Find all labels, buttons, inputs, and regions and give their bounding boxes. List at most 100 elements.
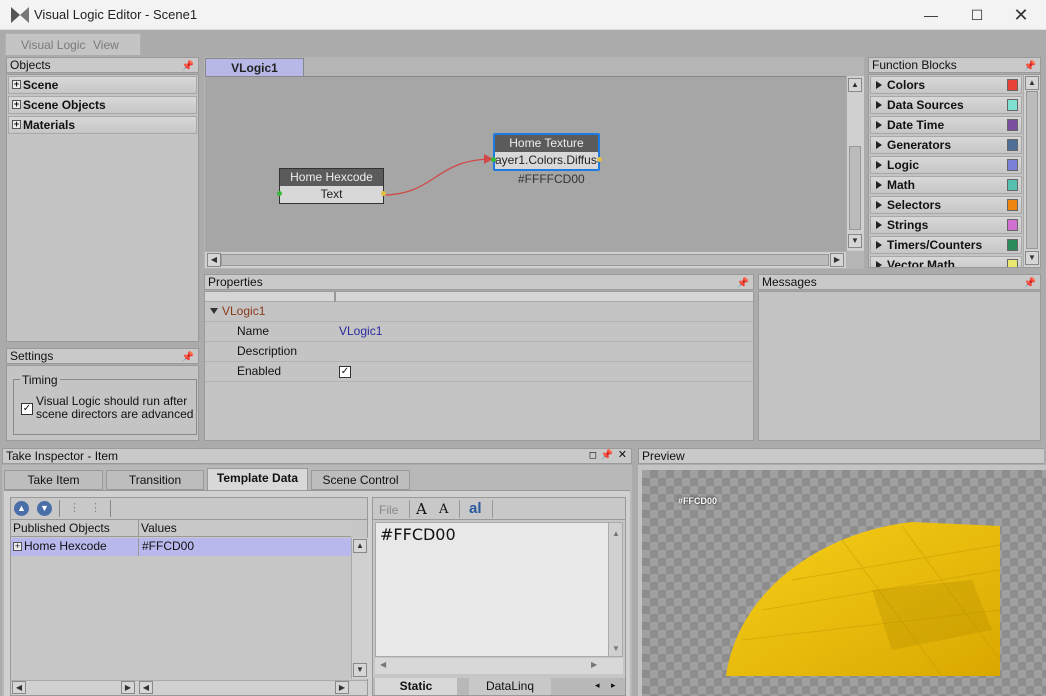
pin-icon[interactable]: 📌 bbox=[1024, 60, 1036, 74]
function-block-vector-math[interactable]: Vector Math bbox=[870, 256, 1022, 267]
scroll-right-icon[interactable]: ▶ bbox=[830, 253, 844, 267]
maximize-icon[interactable]: ☐ bbox=[954, 0, 1000, 30]
tab-static[interactable]: Static bbox=[375, 678, 457, 695]
function-block-date-time[interactable]: Date Time bbox=[870, 116, 1022, 134]
column-values[interactable]: Values bbox=[141, 520, 177, 536]
font-decrease-icon[interactable]: A bbox=[439, 502, 448, 517]
home-texture-node[interactable]: Home Texture ayer1.Colors.Diffuse bbox=[491, 133, 602, 171]
expand-icon[interactable]: + bbox=[13, 542, 22, 551]
function-block-generators[interactable]: Generators bbox=[870, 136, 1022, 154]
expand-arrow-icon[interactable] bbox=[876, 181, 882, 189]
font-increase-icon[interactable]: A bbox=[416, 500, 427, 518]
function-block-strings[interactable]: Strings bbox=[870, 216, 1022, 234]
expand-icon[interactable]: + bbox=[12, 100, 21, 109]
pin-icon[interactable]: 📌 bbox=[1024, 277, 1036, 291]
node-port[interactable]: ayer1.Colors.Diffuse bbox=[495, 152, 598, 169]
scroll-right-icon[interactable]: ▶ bbox=[121, 681, 135, 694]
close-icon[interactable]: ✕ bbox=[998, 0, 1044, 30]
tab-scroll-right-icon[interactable]: ▸ bbox=[611, 680, 616, 691]
menu-view[interactable]: View bbox=[93, 38, 119, 52]
scroll-left-icon[interactable]: ◀ bbox=[207, 253, 221, 267]
canvas-hscroll[interactable]: ◀ ▶ bbox=[205, 251, 846, 268]
canvas-vscroll[interactable]: ▲ ▼ bbox=[846, 76, 864, 251]
move-down-icon[interactable]: ▼ bbox=[37, 501, 52, 516]
expand-icon[interactable]: + bbox=[12, 120, 21, 129]
tree-item-materials[interactable]: + Materials bbox=[8, 116, 197, 134]
value-textarea[interactable]: #FFCD00 ▲ ▼ bbox=[375, 522, 623, 657]
scroll-up-icon[interactable]: ▲ bbox=[1025, 76, 1039, 90]
row-value[interactable]: #FFCD00 bbox=[142, 538, 194, 555]
tab-transition[interactable]: Transition bbox=[106, 470, 204, 490]
function-block-math[interactable]: Math bbox=[870, 176, 1022, 194]
function-blocks-vscroll[interactable]: ▲ ▼ bbox=[1023, 75, 1040, 267]
tree-expand-icon[interactable]: ⋮ bbox=[90, 501, 104, 516]
grid-vscroll[interactable]: ▲ ▼ bbox=[351, 538, 368, 679]
function-block-logic[interactable]: Logic bbox=[870, 156, 1022, 174]
text-format-icon[interactable]: al bbox=[469, 500, 482, 517]
scroll-down-icon[interactable]: ▼ bbox=[848, 234, 862, 248]
expand-arrow-icon[interactable] bbox=[876, 161, 882, 169]
scroll-down-icon[interactable]: ▼ bbox=[612, 644, 620, 653]
tab-vlogic1[interactable]: VLogic1 bbox=[205, 58, 304, 77]
output-port-icon[interactable] bbox=[381, 191, 386, 196]
scroll-thumb[interactable] bbox=[849, 146, 861, 230]
output-port-icon[interactable] bbox=[597, 157, 602, 162]
function-block-colors[interactable]: Colors bbox=[870, 76, 1022, 94]
scroll-left-icon[interactable]: ◀ bbox=[380, 660, 386, 669]
scroll-up-icon[interactable]: ▲ bbox=[612, 529, 620, 538]
preview-viewport[interactable]: #FFCD00 bbox=[642, 470, 1046, 696]
scroll-down-icon[interactable]: ▼ bbox=[1025, 251, 1039, 265]
tab-scroll-left-icon[interactable]: ◂ bbox=[595, 680, 600, 691]
enabled-checkbox[interactable]: ✓ bbox=[339, 366, 351, 378]
expand-arrow-icon[interactable] bbox=[876, 261, 882, 267]
scroll-thumb[interactable] bbox=[221, 254, 829, 266]
function-block-timers-counters[interactable]: Timers/Counters bbox=[870, 236, 1022, 254]
scroll-left-icon[interactable]: ◀ bbox=[12, 681, 26, 694]
tab-datalinq[interactable]: DataLinq bbox=[469, 678, 551, 695]
expand-arrow-icon[interactable] bbox=[876, 141, 882, 149]
function-block-data-sources[interactable]: Data Sources bbox=[870, 96, 1022, 114]
expand-arrow-icon[interactable] bbox=[876, 201, 882, 209]
pin-icon[interactable]: 📌 bbox=[182, 60, 194, 74]
expand-arrow-icon[interactable] bbox=[876, 81, 882, 89]
input-port-icon[interactable] bbox=[277, 191, 282, 196]
column-published-objects[interactable]: Published Objects bbox=[13, 520, 110, 536]
collapse-icon[interactable] bbox=[210, 308, 218, 314]
restore-icon[interactable]: ◻ bbox=[589, 449, 597, 463]
scroll-right-icon[interactable]: ▶ bbox=[335, 681, 349, 694]
scroll-left-icon[interactable]: ◀ bbox=[139, 681, 153, 694]
scroll-right-icon[interactable]: ▶ bbox=[591, 660, 597, 669]
scroll-up-icon[interactable]: ▲ bbox=[353, 539, 367, 553]
minimize-icon[interactable]: — bbox=[908, 0, 954, 30]
editor-vscroll[interactable]: ▲ ▼ bbox=[608, 523, 622, 656]
tree-item-scene-objects[interactable]: + Scene Objects bbox=[8, 96, 197, 114]
tab-template-data[interactable]: Template Data bbox=[207, 468, 308, 490]
tab-scene-control[interactable]: Scene Control bbox=[311, 470, 410, 490]
expand-arrow-icon[interactable] bbox=[876, 241, 882, 249]
tree-collapse-icon[interactable]: ⋮ bbox=[69, 501, 83, 516]
function-block-selectors[interactable]: Selectors bbox=[870, 196, 1022, 214]
scroll-down-icon[interactable]: ▼ bbox=[353, 663, 367, 677]
expand-arrow-icon[interactable] bbox=[876, 221, 882, 229]
node-port[interactable]: Text bbox=[280, 186, 383, 203]
scroll-thumb[interactable] bbox=[1026, 91, 1038, 249]
expand-icon[interactable]: + bbox=[12, 80, 21, 89]
logic-canvas[interactable]: Home Hexcode Text Home Texture ayer1.Col… bbox=[205, 76, 846, 251]
property-name-value[interactable]: VLogic1 bbox=[339, 322, 382, 341]
tree-item-scene[interactable]: + Scene bbox=[8, 76, 197, 94]
pin-icon[interactable]: 📌 bbox=[737, 277, 749, 291]
pin-icon[interactable]: 📌 bbox=[182, 351, 194, 365]
tab-take-item[interactable]: Take Item bbox=[4, 470, 103, 490]
pin-icon[interactable]: 📌 bbox=[601, 449, 613, 463]
home-hexcode-node[interactable]: Home Hexcode Text bbox=[277, 168, 386, 204]
run-after-checkbox[interactable]: ✓ bbox=[21, 403, 33, 415]
properties-group-row[interactable]: VLogic1 bbox=[205, 302, 753, 322]
close-icon[interactable]: ✕ bbox=[618, 448, 627, 462]
expand-arrow-icon[interactable] bbox=[876, 101, 882, 109]
file-menu[interactable]: File bbox=[379, 503, 398, 517]
editor-hscroll[interactable]: ◀ ▶ bbox=[375, 658, 623, 674]
expand-arrow-icon[interactable] bbox=[876, 121, 882, 129]
input-port-icon[interactable] bbox=[491, 157, 496, 162]
scroll-up-icon[interactable]: ▲ bbox=[848, 78, 862, 92]
menu-visual-logic[interactable]: Visual Logic bbox=[21, 38, 86, 52]
